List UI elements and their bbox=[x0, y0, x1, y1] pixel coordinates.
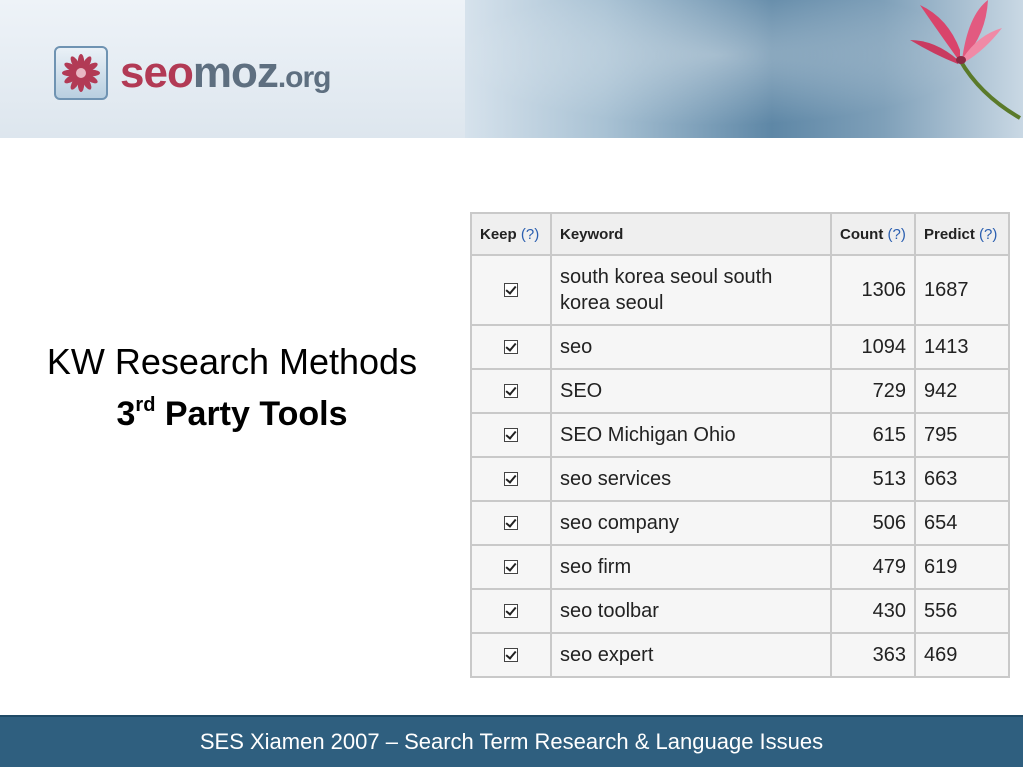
checkbox-checked-icon[interactable] bbox=[504, 560, 518, 575]
table-row: SEO 729 942 bbox=[470, 368, 1010, 414]
table-body: south korea seoul south korea seoul 1306 1… bbox=[470, 254, 1010, 678]
count-cell: 363 bbox=[830, 632, 916, 678]
keyword-cell: SEO bbox=[550, 368, 832, 414]
table-row: seo services 513 663 bbox=[470, 456, 1010, 502]
keep-cell bbox=[470, 588, 552, 634]
checkbox-checked-icon[interactable] bbox=[504, 384, 518, 399]
checkbox-checked-icon[interactable] bbox=[504, 340, 518, 355]
title-ordinal-suffix: rd bbox=[135, 394, 156, 416]
checkbox-checked-icon[interactable] bbox=[504, 648, 518, 663]
flower-photo-icon bbox=[910, 0, 1021, 120]
keep-help-link[interactable]: (?) bbox=[521, 226, 539, 243]
logo-org-text: .org bbox=[277, 61, 332, 94]
title-line-1: KW Research Methods bbox=[46, 341, 418, 382]
header-predict: Predict (?) bbox=[914, 212, 1010, 256]
predict-cell: 942 bbox=[914, 368, 1010, 414]
header-banner: seomoz.org bbox=[0, 0, 1023, 138]
predict-help-link[interactable]: (?) bbox=[979, 226, 997, 243]
logo-wordmark: seomoz.org bbox=[120, 51, 331, 95]
predict-cell: 795 bbox=[914, 412, 1010, 458]
table-row: seo 1094 1413 bbox=[470, 324, 1010, 370]
header-keep: Keep (?) bbox=[470, 212, 552, 256]
table-row: seo toolbar 430 556 bbox=[470, 588, 1010, 634]
checkbox-checked-icon[interactable] bbox=[504, 428, 518, 443]
keyword-cell: seo toolbar bbox=[550, 588, 832, 634]
header-keyword: Keyword bbox=[550, 212, 832, 256]
keep-cell bbox=[470, 324, 552, 370]
count-cell: 513 bbox=[830, 456, 916, 502]
slide-title: KW Research Methods 3rd Party Tools bbox=[14, 340, 450, 435]
predict-cell: 469 bbox=[914, 632, 1010, 678]
title-line-2-rest: Party Tools bbox=[155, 395, 348, 433]
footer-bar: SES Xiamen 2007 – Search Term Research &… bbox=[0, 715, 1023, 767]
count-cell: 1306 bbox=[830, 254, 916, 326]
predict-cell: 619 bbox=[914, 544, 1010, 590]
checkbox-checked-icon[interactable] bbox=[504, 472, 518, 487]
title-line-2: 3rd Party Tools bbox=[14, 384, 450, 435]
keep-cell bbox=[470, 544, 552, 590]
table-row: seo expert 363 469 bbox=[470, 632, 1010, 678]
keep-cell bbox=[470, 456, 552, 502]
count-cell: 729 bbox=[830, 368, 916, 414]
table-row: seo firm 479 619 bbox=[470, 544, 1010, 590]
title-ordinal-number: 3 bbox=[116, 395, 136, 433]
table-row: seo company 506 654 bbox=[470, 500, 1010, 546]
header-count-label: Count bbox=[840, 225, 884, 243]
count-cell: 479 bbox=[830, 544, 916, 590]
checkbox-checked-icon[interactable] bbox=[504, 604, 518, 619]
predict-cell: 663 bbox=[914, 456, 1010, 502]
keyword-cell: seo firm bbox=[550, 544, 832, 590]
logo-seo-text: seo bbox=[120, 48, 194, 97]
checkbox-checked-icon[interactable] bbox=[504, 283, 518, 298]
count-cell: 506 bbox=[830, 500, 916, 546]
table-row: SEO Michigan Ohio 615 795 bbox=[470, 412, 1010, 458]
predict-cell: 654 bbox=[914, 500, 1010, 546]
table-header-row: Keep (?) Keyword Count (?) Predict (?) bbox=[470, 212, 1010, 256]
count-help-link[interactable]: (?) bbox=[888, 226, 906, 243]
keyword-cell: seo bbox=[550, 324, 832, 370]
keyword-cell: SEO Michigan Ohio bbox=[550, 412, 832, 458]
keyword-cell: south korea seoul south korea seoul bbox=[550, 254, 832, 326]
checkbox-checked-icon[interactable] bbox=[504, 516, 518, 531]
header-predict-label: Predict bbox=[924, 225, 975, 243]
keep-cell bbox=[470, 254, 552, 326]
predict-cell: 1413 bbox=[914, 324, 1010, 370]
keyword-results-table: Keep (?) Keyword Count (?) Predict (?) s… bbox=[470, 212, 1010, 678]
keep-cell bbox=[470, 500, 552, 546]
header-count: Count (?) bbox=[830, 212, 916, 256]
keyword-cell: seo services bbox=[550, 456, 832, 502]
flower-logo-icon bbox=[54, 46, 108, 100]
count-cell: 615 bbox=[830, 412, 916, 458]
keep-cell bbox=[470, 412, 552, 458]
keyword-cell: seo expert bbox=[550, 632, 832, 678]
keyword-cell: seo company bbox=[550, 500, 832, 546]
seomoz-logo: seomoz.org bbox=[54, 44, 331, 102]
keep-cell bbox=[470, 632, 552, 678]
footer-text: SES Xiamen 2007 – Search Term Research &… bbox=[199, 729, 824, 754]
table-row: south korea seoul south korea seoul 1306 1… bbox=[470, 254, 1010, 326]
keep-cell bbox=[470, 368, 552, 414]
count-cell: 1094 bbox=[830, 324, 916, 370]
count-cell: 430 bbox=[830, 588, 916, 634]
predict-cell: 556 bbox=[914, 588, 1010, 634]
logo-moz-text: moz bbox=[192, 48, 279, 97]
predict-cell: 1687 bbox=[914, 254, 1010, 326]
header-keep-label: Keep bbox=[480, 225, 517, 243]
